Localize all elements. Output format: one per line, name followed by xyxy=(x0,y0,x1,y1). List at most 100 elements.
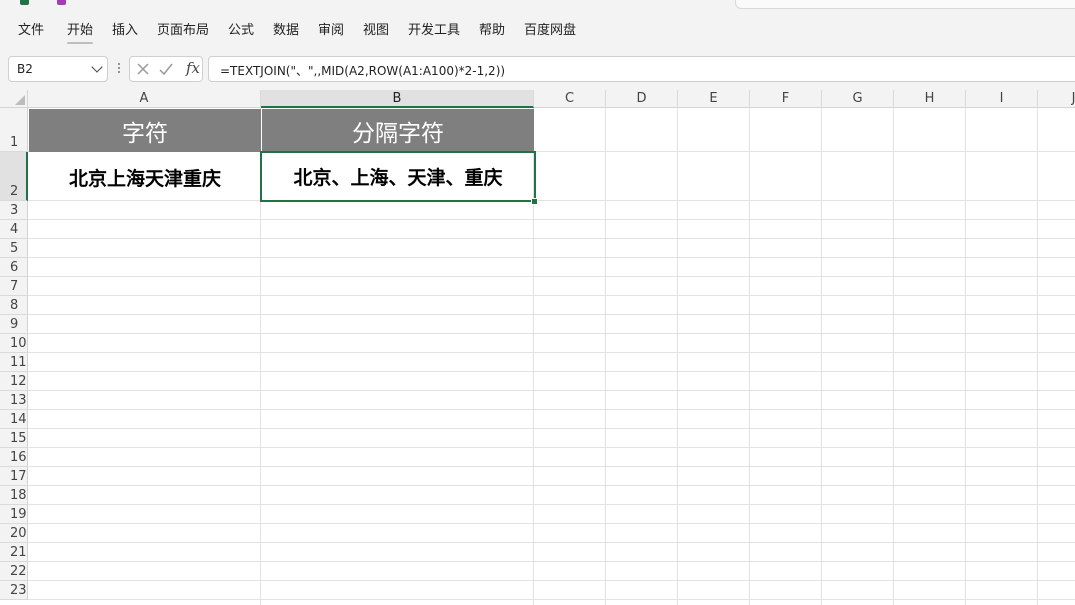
fill-handle[interactable] xyxy=(531,198,538,205)
more-dots-icon[interactable] xyxy=(117,61,121,77)
column-header-d[interactable]: D xyxy=(606,90,678,108)
row-header-14[interactable]: 14 xyxy=(0,410,28,429)
row-header-2[interactable]: 2 xyxy=(0,152,28,201)
row-number: 5 xyxy=(10,241,19,256)
row-header-10[interactable]: 10 xyxy=(0,334,28,353)
gridline-row xyxy=(28,333,1075,334)
formula-text[interactable]: =TEXTJOIN("、",,MID(A2,ROW(A1:A100)*2-1,2… xyxy=(220,62,505,79)
row-header-18[interactable]: 18 xyxy=(0,486,28,505)
row-header-20[interactable]: 20 xyxy=(0,524,28,543)
chevron-down-icon[interactable] xyxy=(91,61,103,73)
menu-developer[interactable]: 开发工具 xyxy=(408,22,460,40)
cell-b2[interactable]: 北京、上海、天津、重庆 xyxy=(260,151,536,202)
row-header-13[interactable]: 13 xyxy=(0,391,28,410)
gridline-column xyxy=(893,108,894,605)
gridline-row xyxy=(28,485,1075,486)
row-number: 8 xyxy=(10,298,19,313)
row-header-9[interactable]: 9 xyxy=(0,315,28,334)
gridline-row xyxy=(28,352,1075,353)
gridline-row xyxy=(28,466,1075,467)
gridline-row xyxy=(28,390,1075,391)
menu-page-layout[interactable]: 页面布局 xyxy=(157,22,209,40)
formula-controls: fx xyxy=(129,56,203,82)
search-box[interactable] xyxy=(735,0,1075,9)
menu-data[interactable]: 数据 xyxy=(273,22,299,40)
menu-insert[interactable]: 插入 xyxy=(112,22,138,40)
column-header-c[interactable]: C xyxy=(534,90,606,108)
x-icon[interactable] xyxy=(135,61,151,77)
gridline-row xyxy=(28,447,1075,448)
row-number: 12 xyxy=(10,374,27,389)
row-number: 21 xyxy=(10,545,27,560)
row-header-11[interactable]: 11 xyxy=(0,353,28,372)
column-header-b[interactable]: B xyxy=(261,90,534,108)
row-number: 22 xyxy=(10,564,27,579)
cell-b1[interactable]: 分隔字符 xyxy=(262,109,534,152)
row-header-3[interactable]: 3 xyxy=(0,201,28,220)
row-header-17[interactable]: 17 xyxy=(0,467,28,486)
row-number: 7 xyxy=(10,279,19,294)
gridline-row xyxy=(28,257,1075,258)
column-header-e[interactable]: E xyxy=(678,90,750,108)
formula-bar: B2 fx =TEXTJOIN("、",,MID(A2,ROW(A1:A100)… xyxy=(0,52,1075,90)
row-number: 13 xyxy=(10,393,27,408)
name-box-value[interactable]: B2 xyxy=(17,62,33,76)
select-all-corner[interactable] xyxy=(0,90,28,108)
row-number: 18 xyxy=(10,488,27,503)
row-number: 15 xyxy=(10,431,27,446)
menu-view[interactable]: 视图 xyxy=(363,22,389,40)
row-header-8[interactable]: 8 xyxy=(0,296,28,315)
row-header-21[interactable]: 21 xyxy=(0,543,28,562)
gridline-row xyxy=(28,295,1075,296)
worksheet-grid[interactable]: 字符 分隔字符 北京上海天津重庆 北京、上海、天津、重庆 ABCDEFGHIJ 1… xyxy=(0,90,1075,605)
menu-baidu-netdisk[interactable]: 百度网盘 xyxy=(524,22,576,40)
fx-icon[interactable]: fx xyxy=(186,59,200,77)
row-number: 20 xyxy=(10,526,27,541)
gridline-column xyxy=(605,108,606,605)
gridline-column xyxy=(1037,108,1038,605)
row-number: 17 xyxy=(10,469,27,484)
column-header-g[interactable]: G xyxy=(822,90,894,108)
check-icon[interactable] xyxy=(158,61,174,77)
row-header-1[interactable]: 1 xyxy=(0,108,28,152)
name-box[interactable]: B2 xyxy=(8,56,108,82)
row-header-6[interactable]: 6 xyxy=(0,258,28,277)
gridline-row xyxy=(28,371,1075,372)
menu-review[interactable]: 审阅 xyxy=(318,22,344,40)
gridline-column xyxy=(677,108,678,605)
row-number: 2 xyxy=(10,184,19,199)
row-header-4[interactable]: 4 xyxy=(0,220,28,239)
row-number: 10 xyxy=(10,336,27,351)
column-header-h[interactable]: H xyxy=(894,90,966,108)
gridline-row xyxy=(28,561,1075,562)
column-header-j[interactable]: J xyxy=(1038,90,1075,108)
row-number: 14 xyxy=(10,412,27,427)
row-header-7[interactable]: 7 xyxy=(0,277,28,296)
gridline-row xyxy=(28,428,1075,429)
gridline-row xyxy=(28,238,1075,239)
menu-formulas[interactable]: 公式 xyxy=(228,22,254,40)
row-number: 4 xyxy=(10,222,19,237)
row-header-12[interactable]: 12 xyxy=(0,372,28,391)
cell-a2[interactable]: 北京上海天津重庆 xyxy=(29,153,261,201)
gridline-column xyxy=(821,108,822,605)
gridline-row xyxy=(28,409,1075,410)
column-header-a[interactable]: A xyxy=(28,90,261,108)
gridline-row xyxy=(28,276,1075,277)
menu-file[interactable]: 文件 xyxy=(18,22,44,40)
row-header-5[interactable]: 5 xyxy=(0,239,28,258)
row-number: 16 xyxy=(10,450,27,465)
row-header-19[interactable]: 19 xyxy=(0,505,28,524)
row-header-15[interactable]: 15 xyxy=(0,429,28,448)
cell-a1[interactable]: 字符 xyxy=(29,109,261,152)
menu-home[interactable]: 开始 xyxy=(67,22,94,44)
menu-help[interactable]: 帮助 xyxy=(479,22,505,40)
column-header-f[interactable]: F xyxy=(750,90,822,108)
column-header-i[interactable]: I xyxy=(966,90,1038,108)
row-number: 11 xyxy=(10,355,27,370)
row-header-23[interactable]: 23 xyxy=(0,581,28,600)
formula-input[interactable]: =TEXTJOIN("、",,MID(A2,ROW(A1:A100)*2-1,2… xyxy=(208,56,1075,82)
row-header-22[interactable]: 22 xyxy=(0,562,28,581)
row-number: 3 xyxy=(10,203,19,218)
row-header-16[interactable]: 16 xyxy=(0,448,28,467)
